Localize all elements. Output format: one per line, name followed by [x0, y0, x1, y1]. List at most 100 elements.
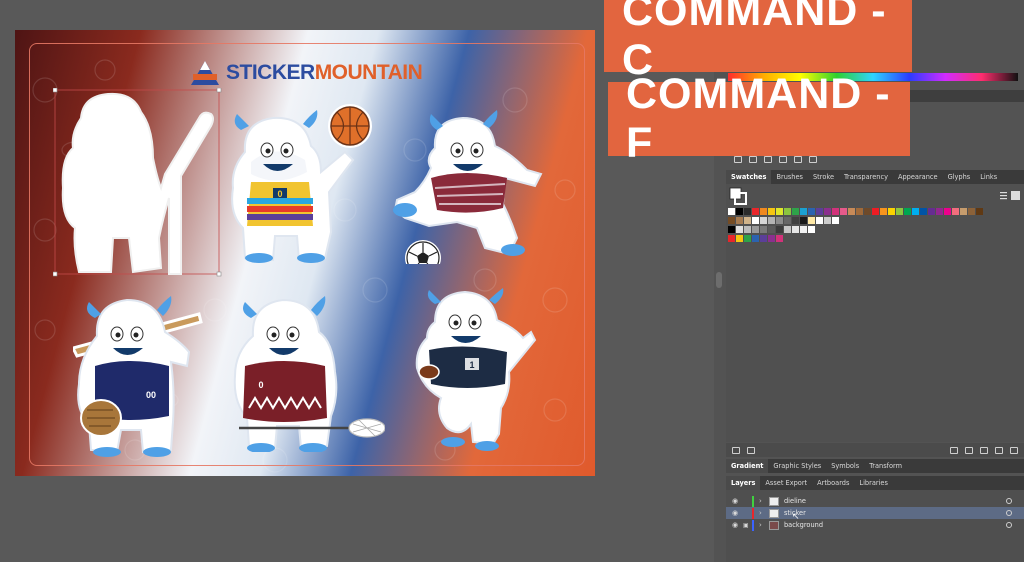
target-circle-icon[interactable] — [1006, 510, 1012, 516]
trash-icon[interactable] — [1010, 446, 1018, 454]
tab-swatches[interactable]: Swatches — [726, 170, 772, 184]
color-swatch[interactable] — [760, 226, 767, 233]
color-swatch[interactable] — [768, 208, 775, 215]
target-circle-icon[interactable] — [1006, 522, 1012, 528]
color-swatch[interactable] — [800, 217, 807, 224]
color-swatch[interactable] — [744, 217, 751, 224]
yeti-basketball-sticker[interactable]: 0 — [225, 102, 375, 264]
color-swatch[interactable] — [736, 235, 743, 242]
color-swatch[interactable] — [792, 217, 799, 224]
color-swatch[interactable] — [792, 208, 799, 215]
color-swatch[interactable] — [768, 217, 775, 224]
tab-gradient[interactable]: Gradient — [726, 459, 769, 473]
color-swatch[interactable] — [816, 208, 823, 215]
color-swatch[interactable] — [728, 226, 735, 233]
visibility-eye-icon[interactable]: ◉ — [732, 497, 738, 505]
yeti-lacrosse-sticker[interactable]: 0 — [225, 292, 385, 452]
visibility-eye-icon[interactable]: ◉ — [732, 509, 738, 517]
yeti-hockey-silhouette-sticker[interactable] — [53, 88, 223, 278]
chevron-right-icon[interactable]: › — [759, 497, 762, 505]
color-swatch[interactable] — [816, 217, 823, 224]
color-swatch[interactable] — [736, 226, 743, 233]
grid-view-icon[interactable] — [1011, 191, 1020, 200]
layer-row-background[interactable]: ◉ ▣ › background — [726, 519, 1024, 531]
color-swatch[interactable] — [752, 235, 759, 242]
color-swatch[interactable] — [904, 208, 911, 215]
color-swatch[interactable] — [952, 208, 959, 215]
color-swatch[interactable] — [736, 217, 743, 224]
color-swatch[interactable] — [768, 226, 775, 233]
color-swatch[interactable] — [896, 208, 903, 215]
color-swatch[interactable] — [856, 208, 863, 215]
color-swatch[interactable] — [800, 226, 807, 233]
color-swatch[interactable] — [928, 208, 935, 215]
tab-brushes[interactable]: Brushes — [771, 173, 808, 181]
tab-layers[interactable]: Layers — [726, 476, 761, 490]
tab-glyphs[interactable]: Glyphs — [943, 173, 976, 181]
yeti-baseball-sticker[interactable]: 00 — [73, 292, 223, 462]
color-swatch[interactable] — [768, 235, 775, 242]
color-swatch[interactable] — [976, 208, 983, 215]
target-circle-icon[interactable] — [1006, 498, 1012, 504]
swatch-kind-icon[interactable] — [747, 446, 755, 454]
color-swatch[interactable] — [728, 208, 735, 215]
artboard[interactable]: STICKER MOUNTAIN 0 00 0 1 — [15, 30, 595, 476]
tab-graphic-styles[interactable]: Graphic Styles — [768, 462, 826, 470]
chevron-right-icon[interactable]: › — [759, 521, 762, 529]
swatch-fill-stroke[interactable] — [726, 184, 1024, 208]
color-swatch[interactable] — [864, 208, 871, 215]
color-swatch[interactable] — [912, 208, 919, 215]
color-swatch[interactable] — [872, 208, 879, 215]
color-swatch[interactable] — [760, 208, 767, 215]
color-swatch[interactable] — [832, 208, 839, 215]
color-swatch[interactable] — [776, 235, 783, 242]
color-swatch[interactable] — [800, 208, 807, 215]
color-swatch[interactable] — [968, 208, 975, 215]
color-swatch[interactable] — [752, 217, 759, 224]
panel-resize-handle[interactable] — [714, 270, 724, 290]
color-swatch[interactable] — [888, 208, 895, 215]
tab-libraries[interactable]: Libraries — [854, 479, 892, 487]
color-swatch[interactable] — [808, 226, 815, 233]
tab-transform[interactable]: Transform — [864, 462, 907, 470]
color-swatch[interactable] — [776, 208, 783, 215]
layer-row-sticker[interactable]: ◉ › sticker — [726, 507, 1024, 519]
tab-links[interactable]: Links — [975, 173, 1002, 181]
visibility-eye-icon[interactable]: ◉ — [732, 521, 738, 529]
chevron-right-icon[interactable]: › — [759, 509, 762, 517]
color-swatch[interactable] — [784, 217, 791, 224]
tab-transparency[interactable]: Transparency — [839, 173, 893, 181]
color-swatch[interactable] — [760, 217, 767, 224]
layer-row-dieline[interactable]: ◉ › dieline — [726, 495, 1024, 507]
lock-icon[interactable]: ▣ — [743, 522, 749, 529]
tab-artboards[interactable]: Artboards — [812, 479, 854, 487]
yeti-football-sticker[interactable]: 1 — [405, 288, 545, 458]
color-swatch[interactable] — [936, 208, 943, 215]
swatch-library-icon[interactable] — [732, 446, 740, 454]
color-swatch[interactable] — [752, 226, 759, 233]
color-swatch[interactable] — [824, 217, 831, 224]
new-swatch-icon[interactable] — [995, 446, 1003, 454]
color-swatch[interactable] — [840, 208, 847, 215]
list-view-icon[interactable] — [1000, 192, 1007, 200]
color-swatch[interactable] — [744, 226, 751, 233]
tab-stroke[interactable]: Stroke — [808, 173, 839, 181]
color-swatch[interactable] — [880, 208, 887, 215]
yeti-soccer-sticker[interactable] — [385, 108, 555, 264]
swatch-options-icon[interactable] — [950, 446, 958, 454]
color-swatch[interactable] — [848, 208, 855, 215]
color-swatch[interactable] — [792, 226, 799, 233]
color-swatch[interactable] — [808, 217, 815, 224]
color-swatch[interactable] — [832, 217, 839, 224]
color-swatch[interactable] — [808, 208, 815, 215]
color-swatch[interactable] — [736, 208, 743, 215]
color-swatch[interactable] — [776, 226, 783, 233]
color-swatch[interactable] — [944, 208, 951, 215]
color-swatch[interactable] — [960, 208, 967, 215]
color-swatch[interactable] — [920, 208, 927, 215]
tab-symbols[interactable]: Symbols — [826, 462, 864, 470]
color-swatch[interactable] — [776, 217, 783, 224]
color-swatch[interactable] — [744, 235, 751, 242]
color-swatch[interactable] — [744, 208, 751, 215]
color-swatch[interactable] — [784, 208, 791, 215]
